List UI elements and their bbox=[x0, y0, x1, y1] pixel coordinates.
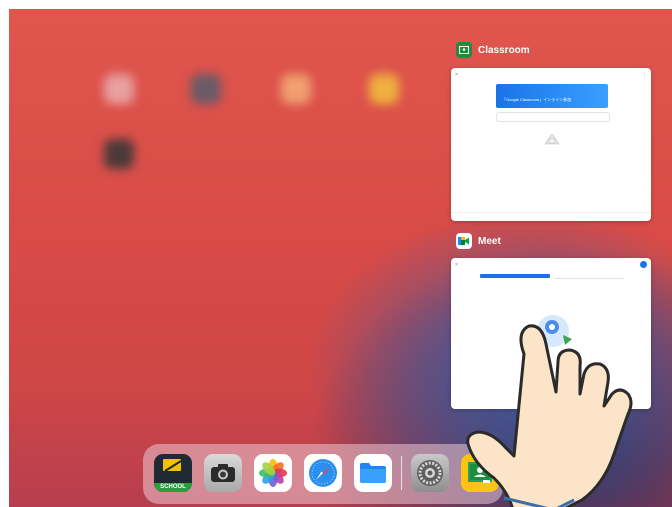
safari-icon[interactable] bbox=[304, 454, 342, 492]
more-icon[interactable]: ⋮ bbox=[642, 72, 647, 78]
blurred-app-icon bbox=[104, 139, 134, 169]
settings-icon[interactable] bbox=[411, 454, 449, 492]
school-label: SCHOOL bbox=[154, 483, 192, 492]
school-app-icon[interactable]: SCHOOL bbox=[154, 454, 192, 492]
photos-icon[interactable] bbox=[254, 454, 292, 492]
app-label-meet[interactable]: Meet bbox=[456, 233, 501, 249]
avatar[interactable] bbox=[640, 261, 647, 268]
app-label-classroom[interactable]: Classroom bbox=[456, 42, 530, 58]
close-icon[interactable]: × bbox=[455, 262, 458, 268]
close-icon[interactable]: × bbox=[455, 72, 458, 78]
classroom-banner: 「Google Classroom」インライン参加 bbox=[496, 84, 608, 108]
empty-illustration bbox=[543, 130, 561, 148]
dock-divider bbox=[401, 456, 402, 490]
ipad-screen: Classroom × ⋮ 「Google Classroom」インライン参加 … bbox=[9, 9, 672, 507]
dock: SCHOOL bbox=[143, 444, 503, 504]
meet-tab-active[interactable] bbox=[480, 274, 550, 278]
bottom-nav bbox=[451, 212, 651, 221]
hand-gesture-illustration bbox=[466, 324, 633, 507]
blurred-app-icon bbox=[104, 74, 134, 104]
blurred-app-icon bbox=[191, 74, 221, 104]
files-icon[interactable] bbox=[354, 454, 392, 492]
meet-tab[interactable] bbox=[554, 274, 624, 279]
blurred-app-icon bbox=[281, 74, 311, 104]
blurred-app-icon bbox=[369, 74, 399, 104]
google-classroom-icon bbox=[456, 42, 472, 58]
post-input[interactable] bbox=[496, 112, 610, 122]
app-name: Classroom bbox=[478, 44, 530, 56]
app-name: Meet bbox=[478, 235, 501, 247]
google-meet-icon bbox=[456, 233, 472, 249]
classroom-app-card[interactable]: × ⋮ 「Google Classroom」インライン参加 bbox=[451, 68, 651, 221]
camera-icon[interactable] bbox=[204, 454, 242, 492]
